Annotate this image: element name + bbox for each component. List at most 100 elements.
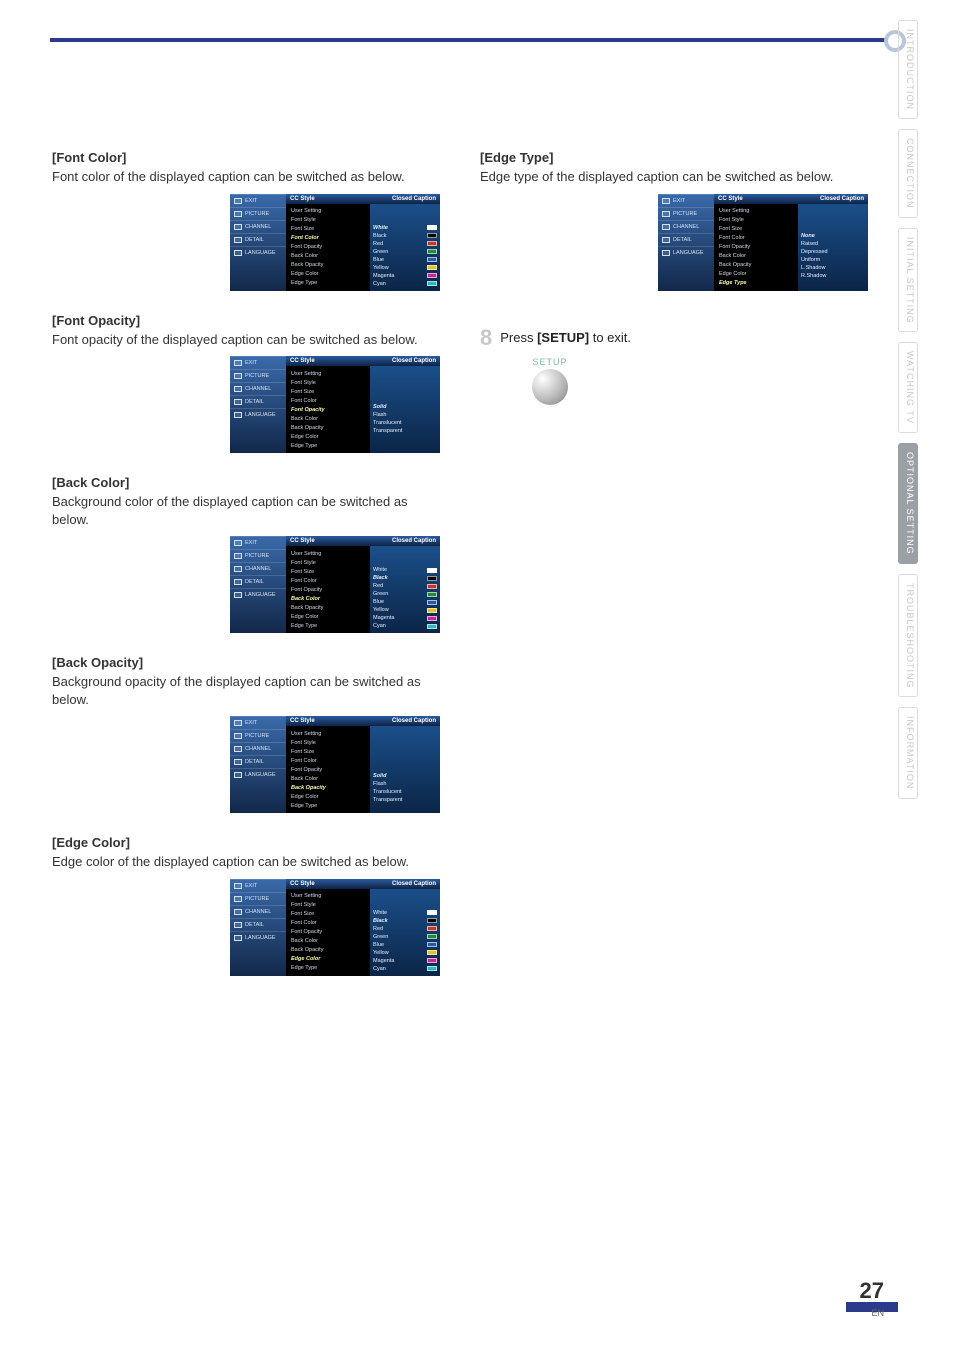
header-rule	[50, 38, 894, 42]
osd-nav-label: CHANNEL	[245, 386, 271, 392]
osd-nav-icon	[234, 386, 242, 392]
color-swatch-icon	[427, 257, 437, 262]
osd-value: Cyan	[373, 965, 437, 973]
osd-item: Back Opacity	[291, 423, 365, 432]
osd-value: Yellow	[373, 949, 437, 957]
side-tab-watching-tv[interactable]: WATCHING TV	[898, 342, 918, 433]
setup-button[interactable]	[532, 369, 568, 405]
osd-value-label: Blue	[373, 942, 384, 948]
osd-value: Cyan	[373, 622, 437, 630]
osd-value-label: Depressed	[801, 249, 828, 255]
side-tab-initial-setting[interactable]: INITIAL SETTING	[898, 228, 918, 333]
osd-item: Font Opacity	[291, 243, 365, 252]
color-swatch-icon	[427, 568, 437, 573]
color-swatch-icon	[427, 281, 437, 286]
osd-nav-icon	[234, 883, 242, 889]
osd-edge-color: EXITPICTURECHANNELDETAILLANGUAGECC Style…	[230, 879, 440, 976]
osd-value-label: Cyan	[373, 966, 386, 972]
section-title: [Font Opacity]	[52, 313, 440, 328]
left-column: [Font Color]Font color of the displayed …	[52, 150, 440, 998]
osd-nav-icon	[234, 399, 242, 405]
osd-nav-icon	[234, 720, 242, 726]
osd-item: Edge Type	[291, 801, 365, 810]
side-tab-connection[interactable]: CONNECTION	[898, 129, 918, 218]
osd-item: Font Color	[719, 234, 793, 243]
osd-item: Back Opacity	[291, 946, 365, 955]
osd-value-label: Transparent	[373, 428, 402, 434]
osd-item: Edge Type	[291, 279, 365, 288]
osd-nav-channel: CHANNEL	[658, 220, 714, 233]
osd-font-color: EXITPICTURECHANNELDETAILLANGUAGECC Style…	[230, 194, 440, 291]
osd-title: CC Style	[718, 196, 743, 202]
osd-nav-exit: EXIT	[230, 536, 286, 549]
osd-nav-label: DETAIL	[245, 922, 264, 928]
osd-value-label: Green	[373, 591, 388, 597]
osd-value: Depressed	[801, 248, 865, 256]
color-swatch-icon	[427, 241, 437, 246]
osd-item: Font Size	[291, 747, 365, 756]
osd-value: R.Shadow	[801, 272, 865, 280]
osd-nav-picture: PICTURE	[230, 549, 286, 562]
osd-nav-exit: EXIT	[230, 194, 286, 207]
side-tab-optional-setting[interactable]: OPTIONAL SETTING	[898, 443, 918, 564]
osd-value-label: Blue	[373, 257, 384, 263]
osd-nav-label: DETAIL	[245, 237, 264, 243]
osd-nav-picture: PICTURE	[658, 207, 714, 220]
section-font-opacity: [Font Opacity]Font opacity of the displa…	[52, 313, 440, 454]
osd-nav-label: DETAIL	[245, 759, 264, 765]
osd-nav-icon	[662, 198, 670, 204]
osd-nav-label: CHANNEL	[245, 566, 271, 572]
side-tab-introduction[interactable]: INTRODUCTION	[898, 20, 918, 119]
osd-value: Black	[373, 574, 437, 582]
osd-value: Transparent	[373, 427, 437, 435]
osd-nav-icon	[662, 250, 670, 256]
step-text: Press [SETUP] to exit.	[500, 330, 631, 345]
osd-nav-language: LANGUAGE	[658, 246, 714, 259]
osd-nav-label: PICTURE	[245, 896, 269, 902]
osd-edge-type: EXITPICTURECHANNELDETAILLANGUAGECC Style…	[658, 194, 868, 291]
osd-nav-icon	[234, 772, 242, 778]
osd-item: Back Color	[291, 594, 365, 603]
osd-value: Green	[373, 933, 437, 941]
osd-item: Font Size	[291, 567, 365, 576]
section-description: Font color of the displayed caption can …	[52, 168, 440, 186]
osd-nav-label: PICTURE	[245, 211, 269, 217]
osd-item: Font Opacity	[291, 585, 365, 594]
osd-title: CC Style	[290, 196, 315, 202]
osd-nav-icon	[234, 922, 242, 928]
osd-item: Font Color	[291, 234, 365, 243]
osd-item: Font Color	[291, 919, 365, 928]
osd-nav-icon	[662, 224, 670, 230]
osd-value: Cyan	[373, 280, 437, 288]
osd-nav-detail: DETAIL	[230, 755, 286, 768]
osd-nav-label: CHANNEL	[673, 224, 699, 230]
osd-value-label: White	[373, 910, 387, 916]
osd-item: Edge Color	[719, 270, 793, 279]
osd-nav-icon	[234, 360, 242, 366]
osd-value: Green	[373, 590, 437, 598]
color-swatch-icon	[427, 624, 437, 629]
color-swatch-icon	[427, 934, 437, 939]
side-tab-information[interactable]: INFORMATION	[898, 707, 918, 798]
color-swatch-icon	[427, 592, 437, 597]
page-number: 27	[860, 1278, 884, 1304]
osd-item: Font Style	[291, 901, 365, 910]
osd-nav-icon	[234, 211, 242, 217]
osd-value-label: Solid	[373, 404, 386, 410]
osd-nav-label: PICTURE	[673, 211, 697, 217]
osd-item: Font Opacity	[291, 928, 365, 937]
osd-value: Red	[373, 240, 437, 248]
section-back-opacity: [Back Opacity]Background opacity of the …	[52, 655, 440, 813]
osd-value: Yellow	[373, 264, 437, 272]
side-tab-troubleshooting[interactable]: TROUBLESHOOTING	[898, 574, 918, 698]
osd-nav-icon	[234, 540, 242, 546]
osd-item: User Setting	[291, 207, 365, 216]
osd-nav-label: CHANNEL	[245, 224, 271, 230]
osd-nav-label: DETAIL	[245, 399, 264, 405]
osd-item: Back Opacity	[291, 261, 365, 270]
color-swatch-icon	[427, 584, 437, 589]
osd-value-label: Yellow	[373, 265, 389, 271]
osd-nav-exit: EXIT	[658, 194, 714, 207]
osd-value-label: White	[373, 567, 387, 573]
section-title: [Edge Type]	[480, 150, 868, 165]
